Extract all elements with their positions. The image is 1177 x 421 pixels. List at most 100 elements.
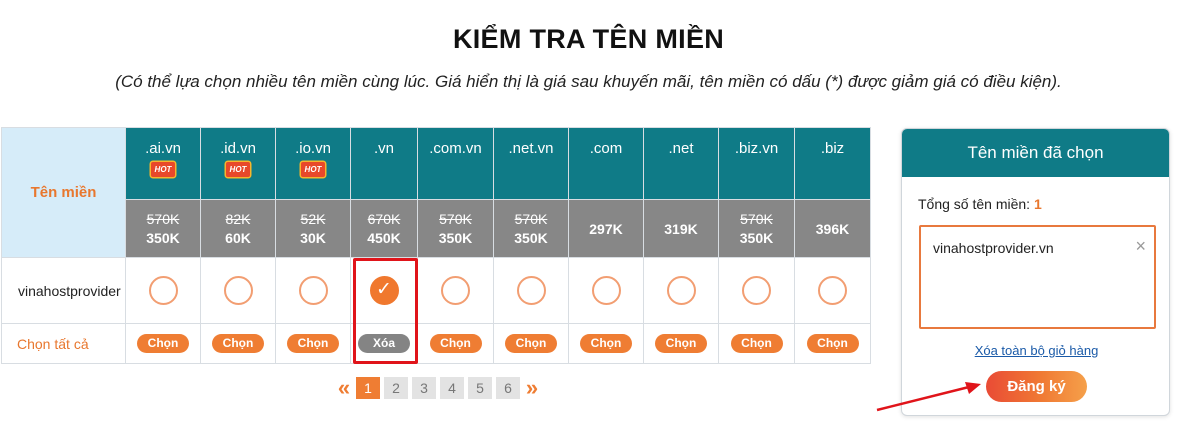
radio-icon[interactable] — [742, 276, 771, 305]
radio-icon[interactable] — [666, 276, 696, 305]
register-button[interactable]: Đăng ký — [986, 371, 1087, 402]
clear-cart-link[interactable]: Xóa toàn bộ giỏ hàng — [902, 343, 1171, 358]
tld-header: .id.vn HOT — [200, 127, 276, 200]
domain-option-cell — [125, 257, 201, 324]
choose-cell: Chọn — [200, 323, 276, 364]
domain-option-cell — [493, 257, 569, 324]
new-price: 319K — [664, 220, 698, 237]
tld-price: 396K — [794, 199, 871, 258]
tld-name: .biz — [820, 140, 845, 157]
page-subtitle: (Có thể lựa chọn nhiều tên miền cùng lúc… — [115, 72, 1062, 91]
choose-button[interactable]: Chọn — [806, 334, 859, 353]
choose-cell: Chọn — [718, 323, 795, 364]
tld-price: 570K 350K — [493, 199, 569, 258]
new-price: 60K — [225, 229, 251, 246]
domain-name-cell: vinahostprovider — [1, 257, 126, 324]
old-price: 570K — [740, 210, 773, 227]
tld-price: 670K 450K — [350, 199, 418, 258]
old-price: 570K — [439, 210, 472, 227]
radio-icon[interactable] — [516, 276, 546, 305]
old-price: 570K — [514, 210, 548, 227]
page-number[interactable]: 2 — [384, 377, 408, 399]
choose-cell: Chọn — [275, 323, 351, 364]
remove-cart-item-icon[interactable]: × — [1135, 237, 1146, 255]
domain-option-cell — [417, 257, 494, 324]
selection-highlight-box — [353, 258, 418, 364]
panel-title: Tên miền đã chọn — [902, 129, 1169, 177]
choose-cell: Chọn — [568, 323, 644, 364]
radio-icon[interactable] — [591, 276, 621, 305]
pagination-next[interactable]: » — [522, 377, 542, 399]
new-price: 350K — [514, 229, 548, 246]
tld-name: .vn — [373, 140, 394, 157]
old-price: 670K — [367, 210, 401, 227]
tld-price: 297K — [568, 199, 644, 258]
tld-name: .com.vn — [429, 140, 482, 157]
tld-header: .ai.vn HOT — [125, 127, 201, 200]
tld-header: .io.vn HOT — [275, 127, 351, 200]
choose-button[interactable]: Chọn — [730, 334, 783, 353]
tld-price: 570K 350K — [417, 199, 494, 258]
choose-cell: Chọn — [493, 323, 569, 364]
pagination: « 123456 » — [334, 376, 542, 400]
hot-badge-icon: HOT — [151, 162, 175, 177]
radio-icon[interactable] — [441, 276, 470, 305]
annotation-arrow-icon — [876, 382, 981, 412]
hot-badge-icon: HOT — [301, 162, 325, 177]
select-all-link[interactable]: Chọn tất cả — [1, 323, 126, 364]
old-price: 570K — [146, 210, 180, 227]
tld-name: .net — [668, 140, 694, 157]
tld-name: .io.vn — [295, 140, 331, 157]
new-price: 297K — [589, 220, 623, 237]
tld-name: .com — [589, 140, 623, 157]
tld-header: .com.vn — [417, 127, 494, 200]
domain-option-cell — [643, 257, 719, 324]
new-price: 350K — [438, 229, 473, 246]
choose-button[interactable]: Chọn — [137, 334, 189, 353]
radio-icon[interactable] — [223, 276, 253, 305]
pagination-prev[interactable]: « — [334, 377, 354, 399]
tld-price: 319K — [643, 199, 719, 258]
page-number[interactable]: 5 — [468, 377, 492, 399]
cart-item: vinahostprovider.vn — [933, 240, 1054, 256]
choose-button[interactable]: Chọn — [580, 334, 632, 353]
page-number[interactable]: 4 — [440, 377, 464, 399]
choose-button[interactable]: Chọn — [505, 334, 557, 353]
tld-name: .net.vn — [508, 140, 554, 157]
tld-name: .id.vn — [220, 140, 256, 157]
tld-header: .biz.vn — [718, 127, 795, 200]
new-price: 396K — [815, 220, 850, 237]
choose-button[interactable]: Chọn — [429, 334, 482, 353]
choose-cell: Chọn — [125, 323, 201, 364]
page-title: KIỂM TRA TÊN MIỀN — [452, 24, 725, 54]
hot-badge-icon: HOT — [226, 162, 250, 177]
page-number[interactable]: 6 — [496, 377, 520, 399]
choose-cell: Chọn — [643, 323, 719, 364]
old-price: 52K — [300, 210, 326, 227]
tld-name: .ai.vn — [145, 140, 181, 157]
tld-name: .biz.vn — [734, 140, 779, 157]
radio-icon[interactable] — [148, 276, 178, 305]
domain-option-cell — [200, 257, 276, 324]
choose-button[interactable]: Chọn — [287, 334, 339, 353]
tld-price: 570K 350K — [125, 199, 201, 258]
tld-price: 52K 30K — [275, 199, 351, 258]
tld-header: .net.vn — [493, 127, 569, 200]
radio-icon[interactable] — [818, 276, 847, 305]
page-number[interactable]: 1 — [356, 377, 380, 399]
domain-option-cell — [718, 257, 795, 324]
old-price: 82K — [225, 210, 251, 227]
new-price: 350K — [146, 229, 180, 246]
domain-check-table: Tên miền .ai.vn HOT .id.vn HOT .io.vn HOT .vn.… — [1, 127, 871, 364]
choose-button[interactable]: Chọn — [655, 334, 707, 353]
radio-icon[interactable] — [298, 276, 328, 305]
tld-header: .net — [643, 127, 719, 200]
domain-option-cell — [794, 257, 871, 324]
domain-count-value: 1 — [1033, 196, 1042, 212]
page-number[interactable]: 3 — [412, 377, 436, 399]
new-price: 450K — [367, 229, 401, 246]
choose-cell: Chọn — [417, 323, 494, 364]
cart-list: vinahostprovider.vn × — [919, 225, 1156, 329]
tld-header: .com — [568, 127, 644, 200]
choose-button[interactable]: Chọn — [212, 334, 264, 353]
